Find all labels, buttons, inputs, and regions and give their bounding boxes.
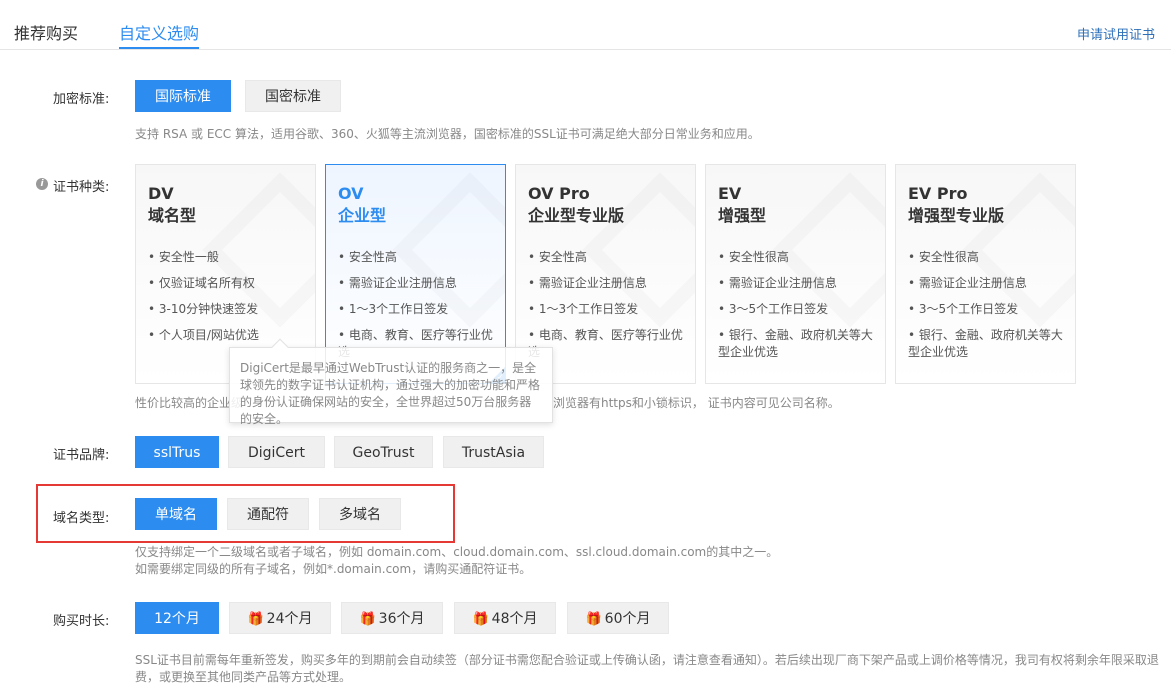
- duration-label: 购买时长:: [53, 614, 110, 629]
- brand-ssltrus-button[interactable]: sslTrus: [135, 436, 219, 468]
- domain-type-hint-2: 如需要绑定同级的所有子域名，例如*.domain.com，请购买通配符证书。: [135, 562, 532, 576]
- duration-24-button[interactable]: 🎁 24个月: [229, 602, 331, 634]
- card-feature: • 银行、金融、政府机关等大型企业优选: [718, 328, 873, 359]
- domain-wildcard-button[interactable]: 通配符: [227, 498, 309, 530]
- apply-trial-link[interactable]: 申请试用证书: [1077, 24, 1155, 43]
- duration-12-button[interactable]: 12个月: [135, 602, 219, 634]
- encryption-hint: 支持 RSA 或 ECC 算法，适用谷歌、360、火狐等主流浏览器，国密标准的S…: [135, 127, 760, 141]
- cert-type-hint-right: 浏览器有https和小锁标识， 证书内容可见公司名称。: [553, 396, 840, 410]
- duration-48-label: 48个月: [491, 611, 538, 627]
- tooltip-text: DigiCert是最早通过WebTrust认证的服务商之一，是全球领先的数字证书…: [240, 361, 541, 426]
- encryption-label: 加密标准:: [53, 92, 110, 107]
- duration-hint-1: SSL证书目前需每年重新签发，购买多年的到期前会自动续签（部分证书需您配合验证或…: [135, 653, 1159, 667]
- active-tab-indicator: [119, 47, 199, 49]
- gift-icon: 🎁: [247, 612, 264, 627]
- gift-icon: 🎁: [472, 612, 489, 627]
- duration-hint-2: 费，或更换至其他同类产品等方式处理。: [135, 670, 352, 684]
- domain-type-hint-1: 仅支持绑定一个二级域名或者子域名，例如 domain.com、cloud.dom…: [135, 545, 779, 559]
- brand-geotrust-button[interactable]: GeoTrust: [334, 436, 433, 468]
- brand-label: 证书品牌:: [53, 448, 110, 463]
- domain-type-label: 域名类型:: [53, 511, 110, 526]
- cert-type-label: 证书种类:: [53, 180, 110, 195]
- duration-36-label: 36个月: [378, 611, 425, 627]
- tab-recommended[interactable]: 推荐购买: [14, 20, 78, 44]
- brand-trustasia-button[interactable]: TrustAsia: [443, 436, 544, 468]
- info-icon[interactable]: i: [36, 178, 48, 190]
- cert-card-ev[interactable]: EV 增强型 • 安全性很高 • 需验证企业注册信息 • 3～5个工作日签发 •…: [705, 164, 886, 384]
- brand-digicert-button[interactable]: DigiCert: [228, 436, 325, 468]
- duration-48-button[interactable]: 🎁 48个月: [454, 602, 556, 634]
- duration-36-button[interactable]: 🎁 36个月: [341, 602, 443, 634]
- cert-card-ev-pro[interactable]: EV Pro 增强型专业版 • 安全性很高 • 需验证企业注册信息 • 3～5个…: [895, 164, 1076, 384]
- domain-multi-button[interactable]: 多域名: [319, 498, 401, 530]
- purchase-tabs: 推荐购买 自定义选购 申请试用证书: [0, 0, 1171, 50]
- card-feature: • 银行、金融、政府机关等大型企业优选: [908, 328, 1063, 359]
- encryption-national-button[interactable]: 国密标准: [245, 80, 341, 112]
- domain-single-button[interactable]: 单域名: [135, 498, 217, 530]
- duration-60-button[interactable]: 🎁 60个月: [567, 602, 669, 634]
- brand-tooltip: DigiCert是最早通过WebTrust认证的服务商之一，是全球领先的数字证书…: [229, 338, 553, 426]
- gift-icon: 🎁: [585, 612, 602, 627]
- gift-icon: 🎁: [359, 612, 376, 627]
- cert-type-hint-left: 性价比较高的企业级: [135, 396, 244, 410]
- encryption-international-button[interactable]: 国际标准: [135, 80, 231, 112]
- tab-custom[interactable]: 自定义选购: [119, 20, 199, 44]
- duration-60-label: 60个月: [604, 611, 651, 627]
- duration-24-label: 24个月: [266, 611, 313, 627]
